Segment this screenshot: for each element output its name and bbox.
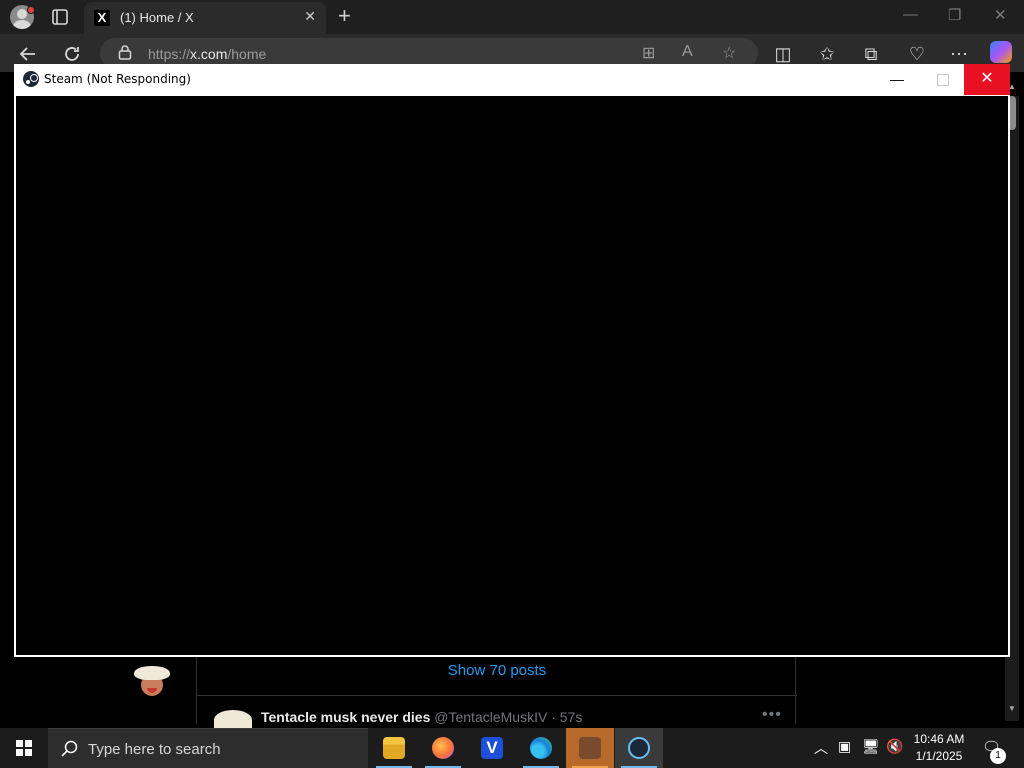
edge-icon bbox=[530, 737, 552, 759]
post-header: Tentacle musk never dies @TentacleMuskIV… bbox=[261, 709, 582, 725]
post-separator: · bbox=[551, 709, 556, 725]
taskbar: Type here to search V ︿ ▣ 🖥 🔇 10:46 AM 1… bbox=[0, 728, 1024, 768]
battery-saver-icon[interactable]: ▣ bbox=[838, 738, 851, 755]
steam-window-title: Steam (Not Responding) bbox=[44, 72, 191, 86]
tab-title: (1) Home / X bbox=[120, 10, 194, 25]
steam-close-button[interactable]: ✕ bbox=[964, 64, 1010, 95]
favorite-icon[interactable]: ☆ bbox=[722, 43, 736, 63]
notification-count-badge: 1 bbox=[990, 748, 1006, 764]
clock[interactable]: 10:46 AM 1/1/2025 bbox=[906, 732, 972, 763]
tab-actions-icon[interactable] bbox=[48, 6, 72, 28]
start-button[interactable] bbox=[0, 728, 48, 768]
file-explorer-icon bbox=[383, 737, 405, 759]
more-icon[interactable]: ⋯ bbox=[948, 43, 970, 65]
show-hidden-icons-icon[interactable]: ︿ bbox=[814, 738, 828, 758]
steam-icon bbox=[628, 737, 650, 759]
close-icon[interactable]: ✕ bbox=[304, 8, 316, 25]
lock-icon[interactable] bbox=[118, 44, 132, 60]
split-screen-icon[interactable]: ◫ bbox=[772, 43, 794, 65]
apps-icon[interactable]: ⊞ bbox=[642, 43, 655, 63]
clock-date: 1/1/2025 bbox=[915, 749, 963, 763]
back-icon[interactable] bbox=[17, 43, 39, 65]
v-app-icon: V bbox=[481, 737, 503, 759]
firefox-icon bbox=[432, 737, 454, 759]
file-explorer-app[interactable] bbox=[370, 728, 418, 768]
tab-x-home[interactable]: X (1) Home / X ✕ bbox=[84, 2, 326, 34]
package-app-icon bbox=[579, 737, 601, 759]
copilot-icon[interactable] bbox=[990, 41, 1012, 63]
steam-content-area bbox=[16, 96, 1008, 655]
package-app[interactable] bbox=[566, 728, 614, 768]
steam-maximize-button bbox=[920, 64, 964, 95]
firefox-app[interactable] bbox=[419, 728, 467, 768]
steam-app[interactable] bbox=[615, 728, 663, 768]
post-author-name[interactable]: Tentacle musk never dies bbox=[261, 709, 430, 725]
post-time[interactable]: 57s bbox=[560, 709, 583, 725]
v-app[interactable]: V bbox=[468, 728, 516, 768]
network-icon[interactable]: 🖥 bbox=[862, 738, 880, 755]
clock-time: 10:46 AM bbox=[913, 732, 965, 746]
show-posts-button[interactable]: Show 70 posts bbox=[197, 656, 797, 696]
x-logo-icon: X bbox=[94, 10, 110, 26]
search-placeholder: Type here to search bbox=[88, 741, 221, 758]
restore-icon[interactable]: ❐ bbox=[948, 6, 961, 24]
avatar[interactable] bbox=[132, 660, 172, 700]
refresh-icon[interactable] bbox=[61, 43, 83, 65]
read-aloud-icon[interactable]: A bbox=[682, 43, 693, 61]
post-handle[interactable]: @TentacleMuskIV bbox=[434, 709, 547, 725]
steam-logo-icon bbox=[23, 71, 39, 87]
collections-icon[interactable]: ⧉ bbox=[860, 43, 882, 65]
steam-window: Steam (Not Responding) — ✕ bbox=[14, 64, 1010, 657]
favorites-icon[interactable]: ✩ bbox=[816, 43, 838, 65]
minimize-icon[interactable]: — bbox=[903, 6, 918, 23]
taskbar-search-box[interactable]: Type here to search bbox=[48, 728, 368, 768]
search-icon bbox=[60, 739, 80, 759]
url-text[interactable]: https://x.com/home bbox=[148, 46, 266, 62]
scroll-down-arrow[interactable]: ▼ bbox=[1005, 704, 1019, 718]
post-more-icon[interactable]: ••• bbox=[762, 706, 782, 724]
windows-logo-icon bbox=[16, 740, 32, 756]
steam-title-bar[interactable]: Steam (Not Responding) — ✕ bbox=[14, 64, 1010, 95]
window-close-icon[interactable]: ✕ bbox=[994, 6, 1007, 24]
new-tab-icon[interactable]: + bbox=[338, 3, 351, 29]
notification-dot bbox=[27, 6, 35, 14]
volume-muted-icon[interactable]: 🔇 bbox=[886, 738, 903, 755]
browser-tab-bar: X (1) Home / X ✕ + — ❐ ✕ bbox=[0, 0, 1024, 34]
browser-essentials-icon[interactable]: ♡ bbox=[906, 43, 928, 65]
steam-minimize-button[interactable]: — bbox=[874, 64, 920, 95]
post-avatar[interactable] bbox=[214, 710, 252, 730]
edge-app[interactable] bbox=[517, 728, 565, 768]
